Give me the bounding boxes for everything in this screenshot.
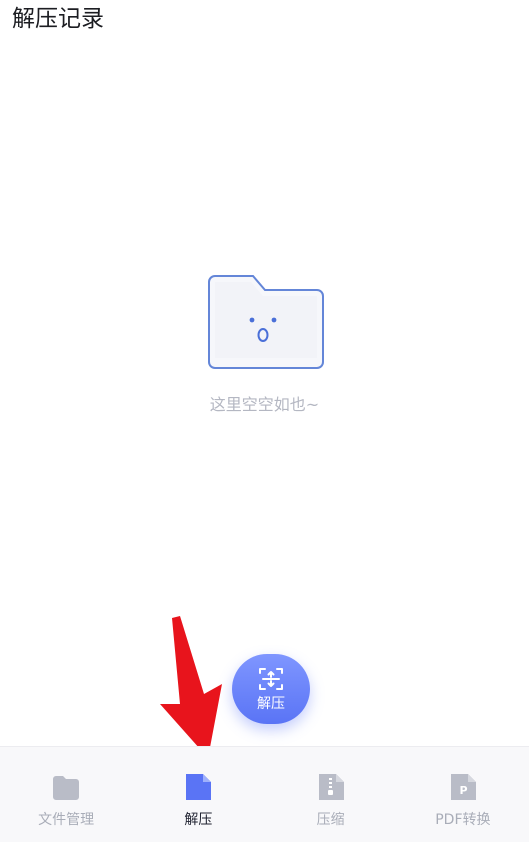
tab-compress[interactable]: 压缩 (265, 747, 397, 842)
svg-text:P: P (459, 784, 467, 797)
page-title: 解压记录 (12, 6, 104, 32)
document-icon (186, 774, 212, 800)
empty-message: 这里空空如也~ (209, 395, 320, 414)
annotation-arrow-icon (160, 616, 222, 758)
decompress-icon (259, 668, 283, 690)
fab-label: 解压 (257, 696, 285, 712)
zip-file-icon (318, 774, 344, 800)
pdf-file-icon: P (450, 774, 476, 800)
tab-label-pdf-convert: PDF转换 (435, 812, 491, 828)
tab-file-manager[interactable]: 文件管理 (0, 747, 132, 842)
tab-label-file-manager: 文件管理 (38, 812, 95, 828)
tab-decompress[interactable]: 解压 (132, 747, 264, 842)
empty-state: 这里空空如也~ (0, 270, 529, 416)
folder-icon (53, 776, 80, 800)
tab-label-decompress: 解压 (184, 812, 213, 828)
tab-pdf-convert[interactable]: P PDF转换 (397, 747, 529, 842)
tab-label-compress: 压缩 (316, 812, 345, 828)
decompress-fab-button[interactable]: 解压 (232, 654, 310, 724)
empty-folder-icon (207, 275, 324, 369)
bottom-tab-bar: 文件管理 解压 压缩 P PDF转换 (0, 746, 529, 842)
